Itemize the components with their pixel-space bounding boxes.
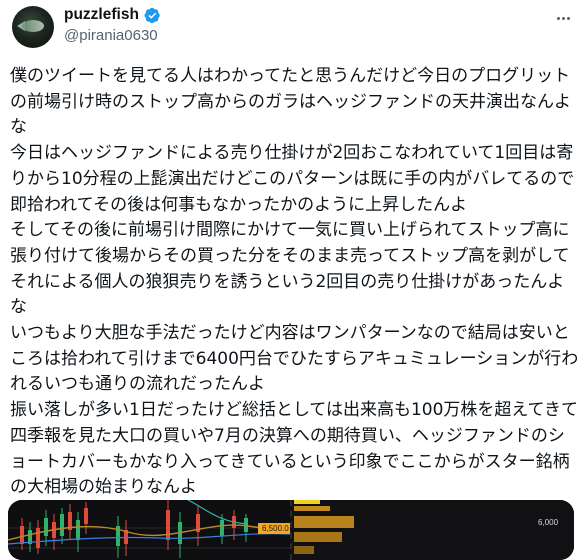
tweet-line: 僕のツイートを見てる人はわかってたと思うんだけど今日のプログリット — [10, 66, 571, 86]
author-display-name[interactable]: puzzlefish — [64, 6, 139, 24]
tweet-line: 即拾われてその後は何事もなかったかのように上昇したんよ — [10, 194, 468, 215]
tweet-line: りから10分程の上髭演出だけどこのパターンは既に手の内がバレてるので — [10, 168, 575, 189]
tweet-line: な — [10, 117, 27, 138]
author-handle[interactable]: @pirania0630 — [64, 27, 158, 44]
tweet-line: 振い落しが多い1日だったけど総括としては出来高も100万株を超えてきて — [10, 400, 579, 421]
avatar-fish-icon — [22, 20, 44, 32]
tweet-line: ころは拾われて引けまで6400円台でひたすらアキュミュレーションが行わ — [10, 348, 579, 369]
tweet-line: の大相場の始まりなんよ — [10, 477, 197, 498]
candlestick-chart-graphic — [8, 500, 291, 560]
tweet-line: の前場引け時のストップ高からのガラはヘッジファンドの天井演出なんよ — [10, 91, 571, 112]
volume-profile-graphic — [292, 500, 574, 560]
tweet-line: それによる個人の狼狽売りを誘うという2回目の売り仕掛けがあったんよ — [10, 271, 565, 292]
tweet-line: いつもより大胆な手法だったけど内容はワンパターンなので結局は安いと — [10, 323, 570, 344]
tweet-line: 今日はヘッジファンドによる売り仕掛けが2回おこなわれていて1回目は寄 — [10, 143, 574, 164]
chart-screenshot-right: 6,000 — [290, 500, 574, 560]
more-options-button[interactable] — [552, 8, 574, 28]
more-dot-icon — [556, 16, 560, 20]
author-avatar[interactable] — [12, 6, 54, 48]
price-label: 6,500.0 — [262, 524, 289, 533]
more-dot-icon — [566, 16, 570, 20]
tweet-line: れるいつも通りの流れだったんよ — [10, 374, 265, 395]
tweet-line: 張り付けて後場からその買った分をそのまま売ってストップ高を剥がして — [10, 245, 570, 266]
tweet-text: 僕のツイートを見てる人はわかってたと思うんだけど今日のプログリット の前場引け時… — [10, 64, 578, 501]
tweet-line: ョートカバーもかなり入ってきているという印象でここからがスター銘柄 — [10, 451, 570, 472]
tweet-line: な — [10, 297, 27, 318]
author-name-row: puzzlefish — [64, 6, 161, 24]
tweet-line: 四季報を見た大口の買いや7月の決算への期待買い、ヘッジファンドのシ — [10, 425, 565, 446]
chart-screenshot-left: 6,500.0 — [8, 500, 291, 560]
more-dot-icon — [561, 16, 565, 20]
price-axis-label: 6,000 — [538, 518, 559, 527]
tweet-media-image[interactable]: 6,500.0 6,000 — [8, 500, 574, 560]
tweet-line: そしてその後に前場引け間際にかけて一気に買い上げられてストップ高に — [10, 220, 570, 241]
verified-badge-icon — [144, 7, 160, 23]
